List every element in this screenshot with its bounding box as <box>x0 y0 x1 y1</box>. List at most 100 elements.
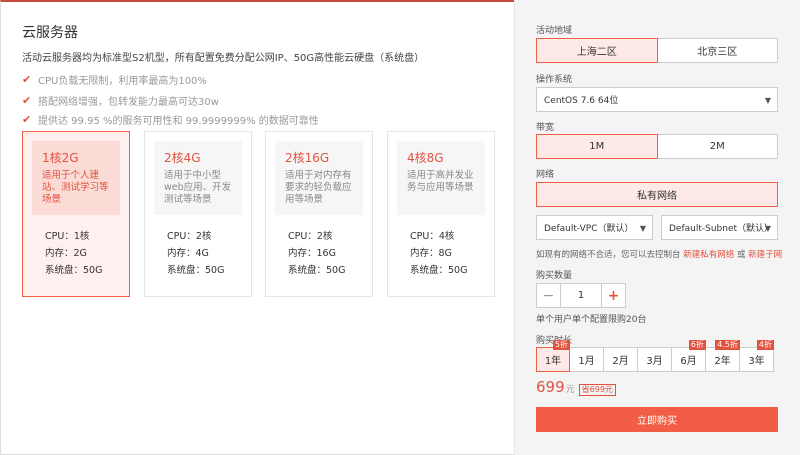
discount-badge: 4折 <box>756 340 774 350</box>
feature-text: 提供达 99.95 %的服务可用性和 99.9999999% 的数据可靠性 <box>38 116 319 127</box>
subnet-select[interactable]: Default-Subnet（默认） ▼ <box>661 215 778 240</box>
purchase-limit-note: 单个用户单个配置限购20台 <box>536 315 647 325</box>
network-note-text: 如现有的网络不合适，您可以去控制台 <box>536 250 681 260</box>
plan-disk: 系统盘：50G <box>45 265 103 276</box>
plan-header: 4核8G 适用于高并发业务与应用等场景 <box>397 141 485 215</box>
bandwidth-selector: 1M 2M <box>536 134 778 159</box>
plan-desc: 适用于高并发业务与应用等场景 <box>407 170 474 193</box>
plan-memory: 内存：8G <box>410 248 452 259</box>
plan-cpu: CPU：2核 <box>167 231 212 242</box>
plan-card-4c8g[interactable]: 4核8G 适用于高并发业务与应用等场景 CPU：4核 内存：8G 系统盘：50G <box>387 131 495 297</box>
duration-option-6m[interactable]: 6月 6折 <box>672 340 706 372</box>
plan-disk: 系统盘：50G <box>167 265 225 276</box>
duration-text: 3月 <box>646 356 663 367</box>
plan-header: 1核2G 适用于个人建站、测试学习等场景 <box>32 141 120 215</box>
plan-cpu: CPU：4核 <box>410 231 455 242</box>
caret-down-icon: ▼ <box>764 96 771 105</box>
duration-option-1m[interactable]: 1月 <box>570 347 604 372</box>
plan-disk: 系统盘：50G <box>288 265 346 276</box>
plan-cpu: CPU：2核 <box>288 231 333 242</box>
price-amount: 699 <box>536 378 565 396</box>
feature-text: 搭配网络增强，包转发能力最高可达30w <box>38 97 219 108</box>
duration-text: 6月 <box>680 356 697 367</box>
plan-desc: 适用于个人建站、测试学习等场景 <box>42 170 109 205</box>
plan-specs: CPU：2核 内存：4G 系统盘：50G <box>167 228 224 279</box>
create-vpc-link[interactable]: 新建私有网络 <box>683 250 734 260</box>
duration-selector: 1年 5折 1月 2月 3月 6月 6折 2年 4.5折 3年 4折 <box>536 340 774 372</box>
plan-memory: 内存：4G <box>167 248 209 259</box>
plan-cpu: CPU：1核 <box>45 231 90 242</box>
plan-desc: 适用于中小型web应用、开发测试等场景 <box>164 170 232 205</box>
feature-item: ✔ 搭配网络增强，包转发能力最高可达30w <box>22 93 219 108</box>
vpc-select[interactable]: Default-VPC（默认） ▼ <box>536 215 653 240</box>
product-info-panel: 云服务器 活动云服务器均为标准型S2机型，所有配置免费分配公网IP、50G高性能… <box>0 0 514 455</box>
duration-option-3y[interactable]: 3年 4折 <box>740 340 774 372</box>
plan-card-2c16g[interactable]: 2核16G 适用于对内存有要求的轻负载应用等场景 CPU：2核 内存：16G 系… <box>265 131 373 297</box>
quantity-stepper: − 1 + <box>536 283 626 308</box>
subnet-select-value: Default-Subnet（默认） <box>669 224 774 234</box>
network-label: 网络 <box>536 170 555 180</box>
plan-name: 4核8G <box>407 151 444 165</box>
plan-header: 2核4G 适用于中小型web应用、开发测试等场景 <box>154 141 242 215</box>
plan-memory: 内存：16G <box>288 248 336 259</box>
duration-text: 2年 <box>714 356 731 367</box>
os-select-value: CentOS 7.6 64位 <box>544 96 619 106</box>
plan-disk: 系统盘：50G <box>410 265 468 276</box>
plan-specs: CPU：4核 内存：8G 系统盘：50G <box>410 228 467 279</box>
check-icon: ✔ <box>22 94 32 107</box>
plan-card-1c2g[interactable]: 1核2G 适用于个人建站、测试学习等场景 CPU：1核 内存：2G 系统盘：50… <box>22 131 130 297</box>
bandwidth-option-1m[interactable]: 1M <box>536 134 658 159</box>
create-subnet-link[interactable]: 新建子网 <box>748 250 782 260</box>
product-description: 活动云服务器均为标准型S2机型，所有配置免费分配公网IP、50G高性能云硬盘（系… <box>22 53 425 64</box>
plan-name: 2核4G <box>164 151 201 165</box>
page-title: 云服务器 <box>22 25 78 41</box>
config-panel: 活动地域 上海二区 北京三区 操作系统 CentOS 7.6 64位 ▼ 带宽 … <box>514 0 800 455</box>
price-unit: 元 <box>565 385 575 395</box>
duration-option-2m[interactable]: 2月 <box>604 347 638 372</box>
discount-badge: 5折 <box>552 340 570 350</box>
duration-option-3m[interactable]: 3月 <box>638 347 672 372</box>
network-selector: 私有网络 <box>536 182 778 207</box>
region-option-shanghai[interactable]: 上海二区 <box>536 38 658 63</box>
region-option-beijing[interactable]: 北京三区 <box>657 38 778 63</box>
plan-name: 2核16G <box>285 151 330 165</box>
quantity-input[interactable]: 1 <box>561 283 601 308</box>
network-note: 如现有的网络不合适，您可以去控制台 新建私有网络 或 新建子网 <box>536 248 782 260</box>
region-selector: 上海二区 北京三区 <box>536 38 778 63</box>
duration-text: 1年 <box>544 356 562 367</box>
feature-item: ✔ 提供达 99.95 %的服务可用性和 99.9999999% 的数据可靠性 <box>22 112 319 127</box>
duration-text: 1月 <box>578 356 595 367</box>
check-icon: ✔ <box>22 113 32 126</box>
duration-option-1y[interactable]: 1年 5折 <box>536 340 570 372</box>
discount-badge: 6折 <box>688 340 706 350</box>
duration-text: 2月 <box>612 356 629 367</box>
bandwidth-label: 带宽 <box>536 123 555 133</box>
duration-option-2y[interactable]: 2年 4.5折 <box>706 340 740 372</box>
feature-text: CPU负载无限制，利用率最高为100% <box>38 76 207 87</box>
quantity-label: 购买数量 <box>536 271 573 281</box>
discount-badge: 4.5折 <box>715 340 740 350</box>
plan-specs: CPU：1核 内存：2G 系统盘：50G <box>45 228 102 279</box>
network-note-or: 或 <box>736 250 746 260</box>
price-display: 699 元 省699元 <box>536 378 616 396</box>
plan-memory: 内存：2G <box>45 248 87 259</box>
region-label: 活动地域 <box>536 26 573 36</box>
os-select[interactable]: CentOS 7.6 64位 ▼ <box>536 87 778 112</box>
savings-badge: 省699元 <box>578 384 616 396</box>
plan-name: 1核2G <box>42 151 79 165</box>
feature-item: ✔ CPU负载无限制，利用率最高为100% <box>22 72 207 87</box>
plan-card-2c4g[interactable]: 2核4G 适用于中小型web应用、开发测试等场景 CPU：2核 内存：4G 系统… <box>144 131 252 297</box>
network-option-private[interactable]: 私有网络 <box>536 182 778 207</box>
buy-now-button[interactable]: 立即购买 <box>536 407 778 432</box>
quantity-increase-button[interactable]: + <box>601 283 626 308</box>
os-label: 操作系统 <box>536 75 573 85</box>
plan-desc: 适用于对内存有要求的轻负载应用等场景 <box>285 170 352 205</box>
caret-down-icon: ▼ <box>639 224 646 233</box>
check-icon: ✔ <box>22 73 32 86</box>
vpc-select-value: Default-VPC（默认） <box>544 224 634 234</box>
caret-down-icon: ▼ <box>764 224 771 233</box>
duration-text: 3年 <box>748 356 765 367</box>
plan-specs: CPU：2核 内存：16G 系统盘：50G <box>288 228 345 279</box>
bandwidth-option-2m[interactable]: 2M <box>657 134 778 159</box>
quantity-decrease-button[interactable]: − <box>536 283 561 308</box>
